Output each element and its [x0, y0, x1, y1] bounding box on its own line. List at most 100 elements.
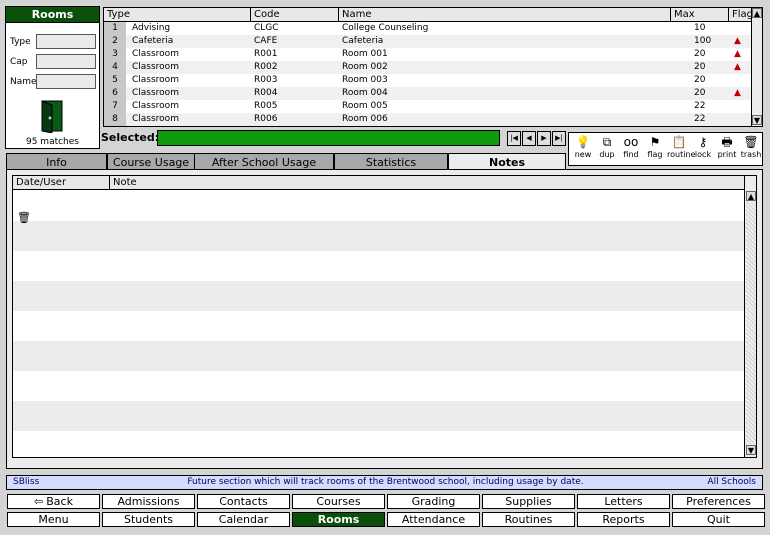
nav-label: Routines [504, 513, 553, 526]
trash-icon[interactable]: 🗑 [17, 211, 31, 224]
notes-row[interactable] [13, 281, 744, 311]
status-scope[interactable]: All Schools [707, 476, 756, 489]
nav-reports[interactable]: Reports [577, 512, 670, 527]
column-name[interactable]: Name [339, 8, 671, 22]
table-row[interactable]: 1 Advising CLGC College Counseling 10 [104, 22, 751, 35]
cell-code: CAFE [254, 36, 278, 46]
cell-type: Classroom [132, 75, 179, 85]
notes-scrollbar[interactable]: ▲ ▼ [744, 176, 756, 457]
notes-scroll-up-button[interactable]: ▲ [746, 191, 756, 201]
nav-label: Reports [602, 513, 645, 526]
cell-max: 20 [694, 62, 706, 72]
tab-statistics[interactable]: Statistics [334, 153, 448, 170]
cell-type: Classroom [132, 101, 179, 111]
nav-label: Attendance [401, 513, 466, 526]
column-code[interactable]: Code [251, 8, 339, 22]
print-label: print [717, 150, 737, 159]
column-type[interactable]: Type [104, 8, 251, 22]
scroll-up-button[interactable]: ▲ [752, 8, 762, 18]
cell-type: Classroom [132, 49, 179, 59]
nav-routines[interactable]: Routines [482, 512, 575, 527]
tab-after-school-usage[interactable]: After School Usage [194, 153, 334, 170]
nav-grading[interactable]: Grading [387, 494, 480, 509]
notes-row[interactable] [13, 341, 744, 371]
nav-supplies[interactable]: Supplies [482, 494, 575, 509]
trash-icon: 🗑 [743, 135, 759, 149]
first-record-button[interactable]: |◀ [507, 131, 521, 146]
cell-name: Cafeteria [342, 36, 384, 46]
nav-label: Rooms [317, 513, 360, 526]
notes-scroll-track[interactable] [746, 202, 756, 444]
nav-rooms[interactable]: Rooms [292, 512, 385, 527]
nav-calendar[interactable]: Calendar [197, 512, 290, 527]
column-max[interactable]: Max [671, 8, 729, 22]
table-scrollbar[interactable]: ▲ ▼ [751, 8, 762, 126]
notes-row[interactable] [13, 371, 744, 401]
routine-button[interactable]: 📋 routine [667, 135, 695, 159]
nav-label: Menu [38, 513, 69, 526]
notes-row[interactable] [13, 431, 744, 461]
type-input[interactable] [36, 34, 96, 49]
column-date-user[interactable]: Date/User [13, 176, 110, 190]
name-input[interactable] [36, 74, 96, 89]
new-button[interactable]: 💡 new [571, 135, 595, 159]
flag-button[interactable]: ⚑ flag [643, 135, 667, 159]
lock-button[interactable]: ⚷ lock [691, 135, 715, 159]
nav-back[interactable]: ⇦ Back [7, 494, 100, 509]
table-row[interactable]: 8 Classroom R006 Room 006 22 [104, 113, 751, 126]
notes-row[interactable] [13, 311, 744, 341]
find-label: find [623, 150, 639, 159]
duplicate-icon: ⧉ [602, 135, 612, 149]
tab-course-usage[interactable]: Course Usage [107, 153, 195, 170]
lock-label: lock [694, 150, 712, 159]
notes-row[interactable] [13, 251, 744, 281]
selected-label: Selected: [101, 131, 160, 144]
nav-contacts[interactable]: Contacts [197, 494, 290, 509]
nav-menu[interactable]: Menu [7, 512, 100, 527]
column-note[interactable]: Note [110, 176, 744, 190]
cell-max: 22 [694, 114, 706, 124]
notes-row[interactable] [13, 401, 744, 431]
cell-code: R006 [254, 114, 278, 124]
nav-label: Admissions [117, 495, 180, 508]
notes-scroll-down-button[interactable]: ▼ [746, 445, 756, 455]
flag-icon: ▲ [734, 36, 741, 46]
flag-label: flag [647, 150, 663, 159]
cell-code: R002 [254, 62, 278, 72]
scroll-down-button[interactable]: ▼ [752, 115, 762, 125]
notes-row[interactable] [13, 221, 744, 251]
next-record-button[interactable]: ▶ [537, 131, 551, 146]
table-row[interactable]: 3 Classroom R001 Room 001 20 ▲ [104, 48, 751, 61]
print-button[interactable]: 🖶 print [715, 135, 739, 159]
table-row[interactable]: 5 Classroom R003 Room 003 20 [104, 74, 751, 87]
table-row[interactable]: 7 Classroom R005 Room 005 22 [104, 100, 751, 113]
glasses-icon: oo [623, 135, 639, 149]
cell-max: 10 [694, 23, 706, 33]
notes-header: Date/User Note [13, 176, 744, 190]
last-record-button[interactable]: ▶| [552, 131, 566, 146]
cell-name: College Counseling [342, 23, 429, 33]
nav-label: Supplies [505, 495, 552, 508]
nav-students[interactable]: Students [102, 512, 195, 527]
table-row[interactable]: 6 Classroom R004 Room 004 20 ▲ [104, 87, 751, 100]
nav-admissions[interactable]: Admissions [102, 494, 195, 509]
nav-letters[interactable]: Letters [577, 494, 670, 509]
table-row[interactable]: 2 Cafeteria CAFE Cafeteria 100 ▲ [104, 35, 751, 48]
nav-courses[interactable]: Courses [292, 494, 385, 509]
row-number: 5 [104, 74, 126, 87]
dup-button[interactable]: ⧉ dup [595, 135, 619, 159]
tab-info[interactable]: Info [6, 153, 107, 170]
trash-button[interactable]: 🗑 trash [739, 135, 763, 159]
find-button[interactable]: oo find [619, 135, 643, 159]
nav-preferences[interactable]: Preferences [672, 494, 765, 509]
nav-label: Preferences [686, 495, 751, 508]
cap-input[interactable] [36, 54, 96, 69]
nav-quit[interactable]: Quit [672, 512, 765, 527]
nav-attendance[interactable]: Attendance [387, 512, 480, 527]
table-row[interactable]: 4 Classroom R002 Room 002 20 ▲ [104, 61, 751, 74]
prev-record-button[interactable]: ◀ [522, 131, 536, 146]
notes-row[interactable] [13, 191, 744, 221]
column-flag[interactable]: Flag [729, 8, 753, 22]
cap-label: Cap [10, 57, 28, 67]
nav-label: Quit [707, 513, 730, 526]
